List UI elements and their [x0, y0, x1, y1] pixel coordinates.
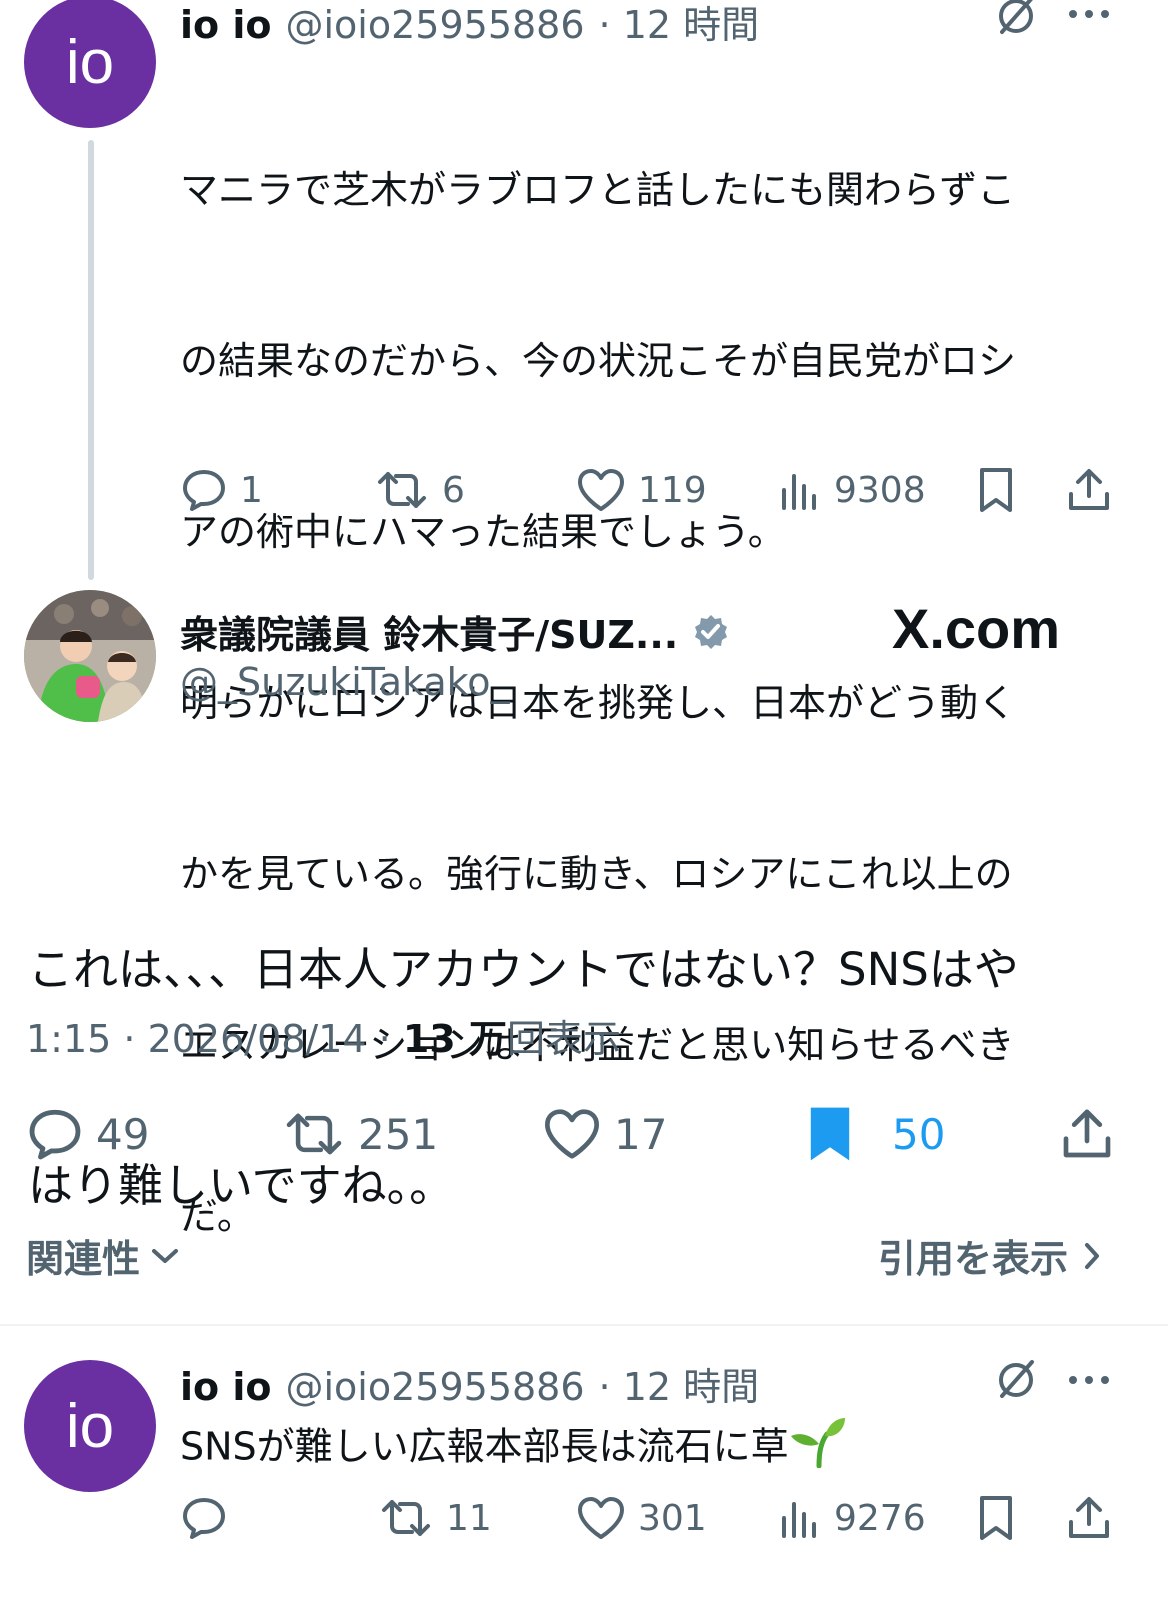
- relevance-sort-button[interactable]: 関連性: [26, 1228, 180, 1283]
- views-button[interactable]: 9276: [778, 1496, 926, 1540]
- tweet-header: io io @ioio25955886 · 12 時間: [180, 0, 759, 49]
- avatar[interactable]: io: [24, 0, 156, 128]
- reply-button[interactable]: [180, 1494, 240, 1542]
- author-handle[interactable]: @ioio25955886: [286, 1365, 585, 1409]
- repost-count: 251: [358, 1109, 439, 1159]
- timestamp[interactable]: 1:15 · 2026/08/14 ·: [26, 1017, 391, 1061]
- repost-icon: [282, 1109, 346, 1159]
- reply-icon: [180, 466, 228, 514]
- avatar[interactable]: [24, 590, 156, 722]
- views-button[interactable]: 9308: [778, 468, 926, 512]
- tweet-header: io io @ioio25955886 · 12 時間: [180, 1356, 759, 1411]
- more-options-icon[interactable]: [1066, 1372, 1112, 1388]
- bookmark-count: 50: [892, 1109, 946, 1159]
- author-name[interactable]: io io: [180, 3, 272, 47]
- tweet-actions: 11 301 9276: [180, 1490, 1120, 1546]
- seedling-emoji-icon: [789, 1414, 847, 1484]
- heart-icon: [542, 1107, 602, 1161]
- heart-icon: [576, 1495, 626, 1541]
- like-count: 301: [638, 1497, 707, 1539]
- repost-button[interactable]: 6: [374, 468, 465, 512]
- share-icon: [1066, 466, 1112, 514]
- like-button[interactable]: 17: [542, 1107, 667, 1161]
- repost-button[interactable]: 251: [282, 1109, 438, 1159]
- share-button[interactable]: [1066, 1494, 1112, 1542]
- bookmark-button[interactable]: [976, 466, 1016, 514]
- reply-icon: [180, 1494, 228, 1542]
- bookmark-icon: [976, 1494, 1016, 1542]
- share-icon: [1066, 1494, 1112, 1542]
- reply-button[interactable]: 1: [180, 466, 263, 514]
- share-button[interactable]: [1066, 466, 1112, 514]
- chevron-right-icon: [1082, 1241, 1102, 1271]
- reply-count: 49: [96, 1109, 150, 1159]
- like-count: 119: [638, 469, 707, 511]
- like-button[interactable]: 119: [576, 467, 707, 513]
- x-com-watermark: X.com: [892, 597, 1061, 660]
- repost-icon: [378, 1496, 434, 1540]
- avatar-initials: io: [65, 1391, 115, 1461]
- thread-connector: [88, 140, 94, 580]
- bookmark-filled-icon: [806, 1105, 854, 1163]
- tweet-text: SNSが難しい広報本部長は流石に草: [180, 1414, 1150, 1484]
- author-handle[interactable]: @ioio25955886: [286, 3, 585, 47]
- repost-count: 6: [442, 469, 465, 511]
- section-divider: [0, 1324, 1168, 1326]
- like-button[interactable]: 301: [576, 1495, 707, 1541]
- reply-button[interactable]: 49: [26, 1105, 149, 1163]
- heart-icon: [576, 467, 626, 513]
- analytics-icon: [778, 468, 822, 512]
- bookmark-icon: [976, 466, 1016, 514]
- repost-button[interactable]: 11: [378, 1496, 492, 1540]
- view-count: 13 万: [402, 1017, 507, 1061]
- reply-count: 1: [240, 469, 263, 511]
- tweet-actions: 1 6 119 9308: [180, 462, 1120, 518]
- views-count: 9276: [834, 1497, 926, 1539]
- author-handle[interactable]: @_SuzukiTakako_: [180, 660, 510, 704]
- like-count: 17: [614, 1109, 668, 1159]
- verified-badge-icon: [692, 613, 730, 651]
- quotes-label: 引用を表示: [878, 1237, 1069, 1281]
- bookmark-button[interactable]: [976, 1494, 1016, 1542]
- tweet-header: 衆議院議員 鈴木貴子/SUZ...: [180, 604, 730, 659]
- timestamp[interactable]: · 12 時間: [599, 0, 760, 49]
- author-name[interactable]: 衆議院議員 鈴木貴子/SUZ...: [180, 604, 678, 659]
- more-options-icon[interactable]: [1066, 6, 1112, 22]
- avatar-initials: io: [65, 27, 115, 97]
- grok-icon[interactable]: [994, 1358, 1038, 1402]
- chevron-down-icon: [150, 1246, 180, 1266]
- reply-icon: [26, 1105, 84, 1163]
- share-button[interactable]: [1060, 1106, 1114, 1162]
- relevance-label: 関連性: [26, 1237, 141, 1281]
- views-count: 9308: [834, 469, 926, 511]
- repost-count: 11: [446, 1497, 492, 1539]
- repost-icon: [374, 468, 430, 512]
- view-label: 回表示: [506, 1017, 621, 1061]
- author-name[interactable]: io io: [180, 1365, 272, 1409]
- bookmark-button[interactable]: 50: [806, 1105, 945, 1163]
- share-icon: [1060, 1106, 1114, 1162]
- view-quotes-link[interactable]: 引用を表示: [878, 1228, 1102, 1283]
- avatar[interactable]: io: [24, 1360, 156, 1492]
- tweet-actions: 49 251 17 50: [26, 1102, 1126, 1166]
- tweet-meta: 1:15 · 2026/08/14 · 13 万回表示: [26, 1008, 621, 1063]
- analytics-icon: [778, 1496, 822, 1540]
- grok-icon[interactable]: [994, 0, 1038, 38]
- profile-photo: [24, 590, 156, 722]
- timestamp[interactable]: · 12 時間: [599, 1356, 760, 1411]
